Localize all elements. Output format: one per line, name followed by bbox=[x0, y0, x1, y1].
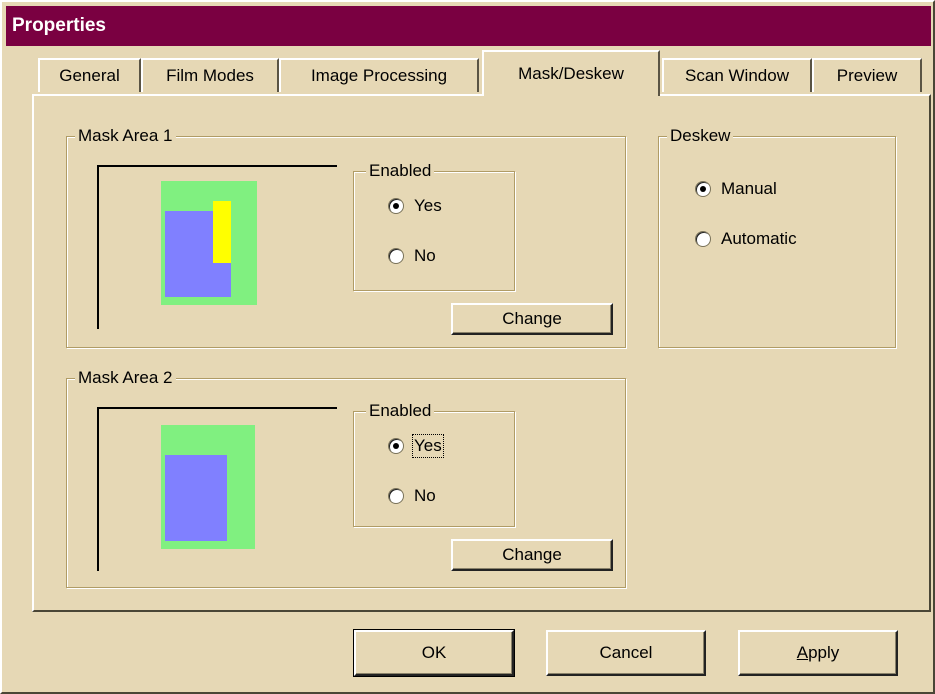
mask-area-2-preview bbox=[97, 407, 337, 571]
deskew-automatic-radio[interactable]: Automatic bbox=[695, 227, 797, 251]
enabled-legend: Enabled bbox=[366, 160, 435, 182]
mask-area-1-change-button[interactable]: Change bbox=[451, 303, 613, 335]
tab-mask-deskew[interactable]: Mask/Deskew bbox=[482, 50, 660, 96]
tab-label: Scan Window bbox=[685, 66, 789, 85]
mask-area-1-preview bbox=[97, 165, 337, 329]
radio-label: Yes bbox=[414, 196, 442, 215]
title-bar[interactable]: Properties bbox=[6, 6, 931, 46]
mask-area-1-yes-radio[interactable]: Yes bbox=[388, 194, 442, 218]
properties-dialog: Properties General Film Modes Image Proc… bbox=[0, 0, 935, 694]
radio-label: Yes bbox=[412, 434, 444, 458]
button-label: Change bbox=[502, 545, 562, 564]
radio-checked-icon[interactable] bbox=[695, 181, 711, 197]
tab-label: Film Modes bbox=[166, 66, 254, 85]
mask-area-1-enabled-group: Enabled Yes No bbox=[353, 160, 515, 291]
radio-label: No bbox=[414, 246, 436, 265]
mask-area-2-group: Mask Area 2 Enabled Yes No Change bbox=[66, 367, 626, 588]
radio-label: Automatic bbox=[721, 229, 797, 248]
deskew-manual-radio[interactable]: Manual bbox=[695, 177, 777, 201]
button-label: Change bbox=[502, 309, 562, 328]
radio-checked-icon[interactable] bbox=[388, 438, 404, 454]
radio-label: Manual bbox=[721, 179, 777, 198]
ok-button[interactable]: OK bbox=[353, 629, 515, 677]
tab-image-processing[interactable]: Image Processing bbox=[279, 58, 479, 92]
mask-area-2-yes-radio[interactable]: Yes bbox=[388, 434, 444, 458]
mask-preview-blue-area bbox=[165, 455, 227, 541]
tab-panel-mask-deskew: Mask Area 1 Enabled Yes No Change Deskew… bbox=[32, 94, 931, 612]
cancel-button[interactable]: Cancel bbox=[546, 630, 706, 676]
mask-preview-yellow-area bbox=[213, 201, 231, 263]
button-label: Cancel bbox=[599, 643, 653, 662]
radio-unchecked-icon[interactable] bbox=[388, 488, 404, 504]
mask-area-2-change-button[interactable]: Change bbox=[451, 539, 613, 571]
radio-label: No bbox=[414, 486, 436, 505]
tab-film-modes[interactable]: Film Modes bbox=[141, 58, 279, 92]
mask-area-2-no-radio[interactable]: No bbox=[388, 484, 436, 508]
mask-area-1-no-radio[interactable]: No bbox=[388, 244, 436, 268]
mask-area-1-legend: Mask Area 1 bbox=[75, 125, 176, 147]
mask-area-1-group: Mask Area 1 Enabled Yes No Change bbox=[66, 125, 626, 348]
mask-area-2-legend: Mask Area 2 bbox=[75, 367, 176, 389]
button-label: OK bbox=[421, 643, 447, 662]
enabled-legend: Enabled bbox=[366, 400, 435, 422]
tab-scan-window[interactable]: Scan Window bbox=[662, 58, 812, 92]
tab-label: Preview bbox=[836, 66, 898, 85]
button-label: Apply bbox=[797, 643, 840, 663]
tab-label: Mask/Deskew bbox=[518, 64, 624, 83]
deskew-legend: Deskew bbox=[667, 125, 734, 147]
window-title: Properties bbox=[12, 15, 106, 36]
apply-accelerator: A bbox=[796, 643, 809, 662]
tab-preview[interactable]: Preview bbox=[812, 58, 922, 92]
tab-general[interactable]: General bbox=[38, 58, 141, 92]
apply-label-rest: pply bbox=[808, 643, 840, 662]
radio-unchecked-icon[interactable] bbox=[695, 231, 711, 247]
radio-checked-icon[interactable] bbox=[388, 198, 404, 214]
mask-area-2-enabled-group: Enabled Yes No bbox=[353, 400, 515, 527]
deskew-group: Deskew Manual Automatic bbox=[658, 125, 896, 348]
apply-button[interactable]: Apply bbox=[738, 630, 898, 676]
tab-label: General bbox=[59, 66, 120, 85]
tab-label: Image Processing bbox=[310, 66, 448, 85]
radio-unchecked-icon[interactable] bbox=[388, 248, 404, 264]
